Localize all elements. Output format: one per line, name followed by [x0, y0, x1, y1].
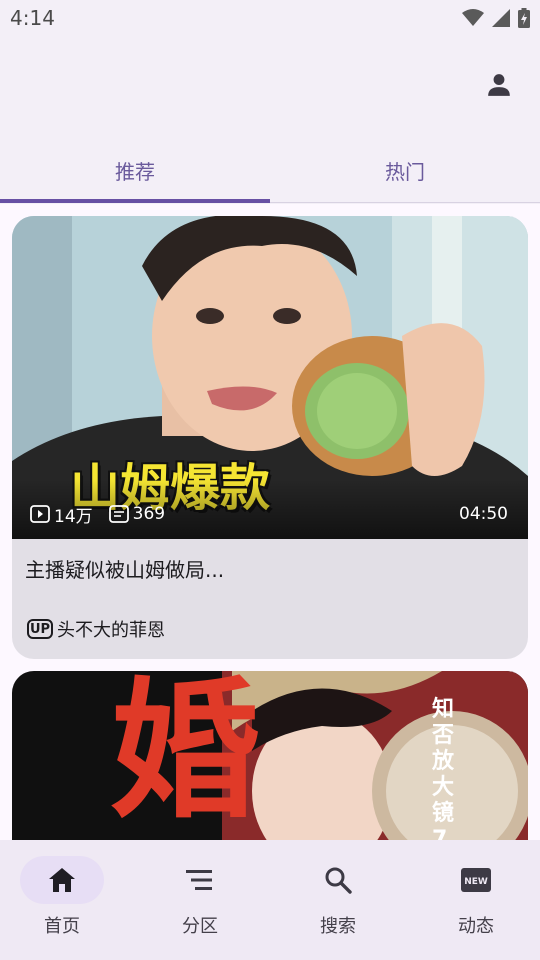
- comments-stat: 369: [108, 504, 166, 524]
- status-icons: [462, 7, 530, 29]
- video-card[interactable]: 婚 知否放大镜75: [12, 671, 528, 840]
- tab-recommend[interactable]: 推荐: [0, 140, 270, 200]
- svg-text:NEW: NEW: [464, 877, 488, 887]
- author-name: 头不大的菲恩: [57, 620, 165, 641]
- search-icon: [325, 867, 352, 894]
- video-card[interactable]: 山姆爆款 14万 369 04:50 主播疑似被山姆做局... UP 头不大的菲…: [12, 216, 528, 659]
- nav-label: 搜索: [320, 916, 356, 937]
- cellular-signal-icon: [492, 9, 510, 27]
- thumbnail-caption: 婚: [110, 671, 261, 839]
- author-row[interactable]: UP 头不大的菲恩: [27, 616, 165, 642]
- views-count: 14万: [54, 506, 93, 527]
- up-badge: UP: [27, 619, 53, 639]
- battery-charging-icon: [518, 8, 530, 28]
- video-stats: 14万 369 04:50: [12, 502, 528, 527]
- tab-indicator: [0, 199, 270, 203]
- video-feed[interactable]: 山姆爆款 14万 369 04:50 主播疑似被山姆做局... UP 头不大的菲…: [0, 204, 540, 840]
- person-icon: [488, 74, 510, 96]
- tab-label: 热门: [385, 159, 425, 184]
- nav-home[interactable]: 首页: [12, 856, 112, 946]
- tab-row: 推荐 热门: [0, 140, 540, 204]
- bottom-navigation: 首页 分区 搜索 NEW 动态: [0, 840, 540, 960]
- account-button[interactable]: [484, 70, 514, 100]
- nav-label: 动态: [458, 916, 494, 937]
- thumbnail-side-caption: 知否放大镜75: [432, 697, 455, 840]
- nav-indicator: [296, 856, 380, 904]
- menu-icon: [186, 870, 212, 890]
- status-bar: 4:14: [0, 0, 540, 36]
- nav-label: 首页: [44, 916, 80, 937]
- top-app-bar: [0, 36, 540, 136]
- video-duration: 04:50: [459, 504, 508, 524]
- video-thumbnail[interactable]: 山姆爆款 14万 369 04:50: [12, 216, 528, 539]
- comments-count: 369: [132, 504, 166, 524]
- status-time: 4:14: [10, 6, 55, 30]
- nav-dynamic[interactable]: NEW 动态: [426, 856, 526, 946]
- nav-indicator: [158, 856, 242, 904]
- video-title[interactable]: 主播疑似被山姆做局...: [25, 554, 224, 583]
- views-stat: 14万: [30, 502, 93, 527]
- nav-search[interactable]: 搜索: [288, 856, 388, 946]
- nav-categories[interactable]: 分区: [150, 856, 250, 946]
- tab-popular[interactable]: 热门: [270, 140, 540, 200]
- new-icon: NEW: [461, 868, 491, 892]
- nav-label: 分区: [182, 916, 218, 937]
- nav-indicator: NEW: [434, 856, 518, 904]
- play-icon: [30, 505, 50, 523]
- video-thumbnail[interactable]: 婚 知否放大镜75: [12, 671, 528, 840]
- home-icon: [49, 868, 75, 892]
- danmaku-icon: [108, 505, 129, 523]
- nav-indicator: [20, 856, 104, 904]
- tab-label: 推荐: [115, 159, 155, 184]
- wifi-icon: [462, 9, 484, 26]
